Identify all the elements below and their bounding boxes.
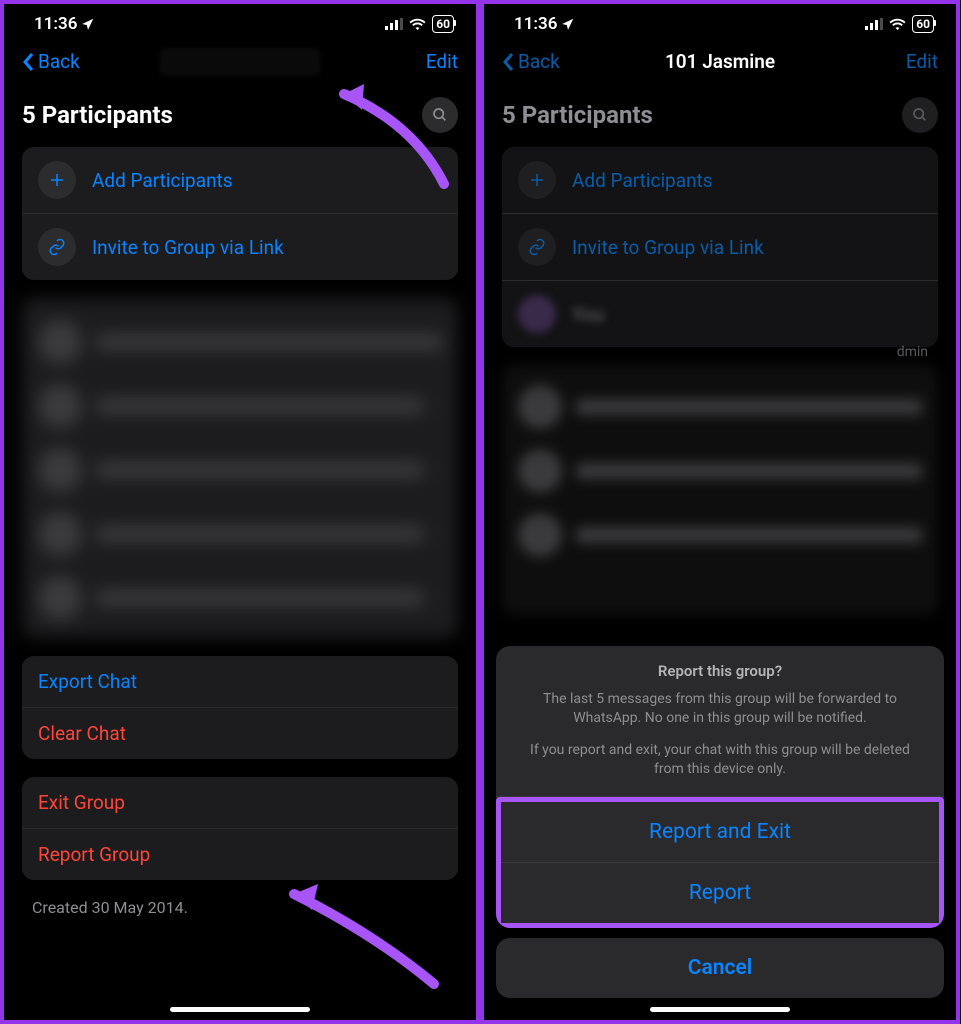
battery-indicator: 60 xyxy=(432,15,454,33)
back-label: Back xyxy=(38,50,80,73)
wifi-icon xyxy=(889,18,906,30)
edit-button[interactable]: Edit xyxy=(906,50,938,73)
search-button[interactable] xyxy=(422,97,458,133)
back-label: Back xyxy=(518,50,560,73)
wifi-icon xyxy=(409,18,426,30)
back-button[interactable]: Back xyxy=(22,50,80,73)
participants-title: 5 Participants xyxy=(22,101,173,129)
search-icon xyxy=(432,107,448,123)
created-date: Created 30 May 2014. xyxy=(4,898,476,917)
sheet-header: Report this group? The last 5 messages f… xyxy=(496,646,944,797)
status-bar: 11:36 60 xyxy=(484,4,956,40)
link-icon xyxy=(38,228,76,266)
participants-list-redacted xyxy=(502,365,938,615)
chevron-left-icon xyxy=(502,52,514,72)
cancel-button[interactable]: Cancel xyxy=(496,938,944,998)
admin-tag: dmin xyxy=(897,344,928,360)
add-participants-label: Add Participants xyxy=(572,169,713,192)
invite-link-label: Invite to Group via Link xyxy=(572,236,764,259)
action-sheet-card: Report this group? The last 5 messages f… xyxy=(496,646,944,928)
report-button[interactable]: Report xyxy=(501,862,939,923)
export-chat-row[interactable]: Export Chat xyxy=(22,656,458,708)
clear-chat-label: Clear Chat xyxy=(38,722,126,745)
location-icon xyxy=(81,17,95,31)
chat-actions-card: Export Chat Clear Chat xyxy=(22,656,458,759)
group-title[interactable]: 101 Jasmine xyxy=(665,50,775,73)
invite-link-row[interactable]: Invite to Group via Link xyxy=(22,214,458,280)
participants-header: 5 Participants xyxy=(484,87,956,147)
search-icon xyxy=(912,107,928,123)
search-button[interactable] xyxy=(902,97,938,133)
avatar xyxy=(518,295,556,333)
screenshot-left: 11:36 60 Back Edit 5 Participants Add Pa… xyxy=(0,0,480,1024)
annotation-highlight: Report and Exit Report xyxy=(496,797,944,928)
nav-bar: Back Edit xyxy=(4,40,476,87)
report-action-sheet: Report this group? The last 5 messages f… xyxy=(496,646,944,998)
battery-indicator: 60 xyxy=(912,15,934,33)
screenshot-right: 11:36 60 Back 101 Jasmine Edit 5 Partici… xyxy=(480,0,960,1024)
cellular-icon xyxy=(385,18,403,30)
status-time: 11:36 xyxy=(514,14,557,34)
link-icon xyxy=(518,228,556,266)
add-participants-row[interactable]: Add Participants xyxy=(22,147,458,214)
clear-chat-row[interactable]: Clear Chat xyxy=(22,708,458,759)
home-indicator[interactable] xyxy=(650,1007,790,1012)
export-chat-label: Export Chat xyxy=(38,670,137,693)
add-participants-row[interactable]: Add Participants xyxy=(502,147,938,214)
invite-link-row[interactable]: Invite to Group via Link xyxy=(502,214,938,281)
sheet-description-2: If you report and exit, your chat with t… xyxy=(516,741,924,780)
report-group-row[interactable]: Report Group xyxy=(22,829,458,880)
status-time: 11:36 xyxy=(34,14,77,34)
location-icon xyxy=(561,17,575,31)
cellular-icon xyxy=(865,18,883,30)
group-actions-card: Exit Group Report Group xyxy=(22,777,458,880)
sheet-description-1: The last 5 messages from this group will… xyxy=(516,690,924,729)
report-group-label: Report Group xyxy=(38,843,150,866)
exit-group-row[interactable]: Exit Group xyxy=(22,777,458,829)
sheet-title: Report this group? xyxy=(516,662,924,680)
participants-header: 5 Participants xyxy=(4,87,476,147)
participants-list-redacted: › › › › xyxy=(22,298,458,638)
you-row: You xyxy=(502,281,938,347)
report-and-exit-button[interactable]: Report and Exit xyxy=(501,802,939,862)
status-bar: 11:36 60 xyxy=(4,4,476,40)
nav-bar: Back 101 Jasmine Edit xyxy=(484,40,956,87)
participants-title: 5 Participants xyxy=(502,101,653,129)
plus-icon xyxy=(38,161,76,199)
chevron-left-icon xyxy=(22,52,34,72)
invite-link-label: Invite to Group via Link xyxy=(92,236,284,259)
back-button[interactable]: Back xyxy=(502,50,560,73)
group-title-redacted xyxy=(160,48,320,76)
exit-group-label: Exit Group xyxy=(38,791,125,814)
edit-button[interactable]: Edit xyxy=(426,50,458,73)
you-label: You xyxy=(572,303,604,326)
participant-actions-card: Add Participants Invite to Group via Lin… xyxy=(22,147,458,280)
add-participants-label: Add Participants xyxy=(92,169,233,192)
plus-icon xyxy=(518,161,556,199)
participant-actions-card: Add Participants Invite to Group via Lin… xyxy=(502,147,938,347)
home-indicator[interactable] xyxy=(170,1007,310,1012)
